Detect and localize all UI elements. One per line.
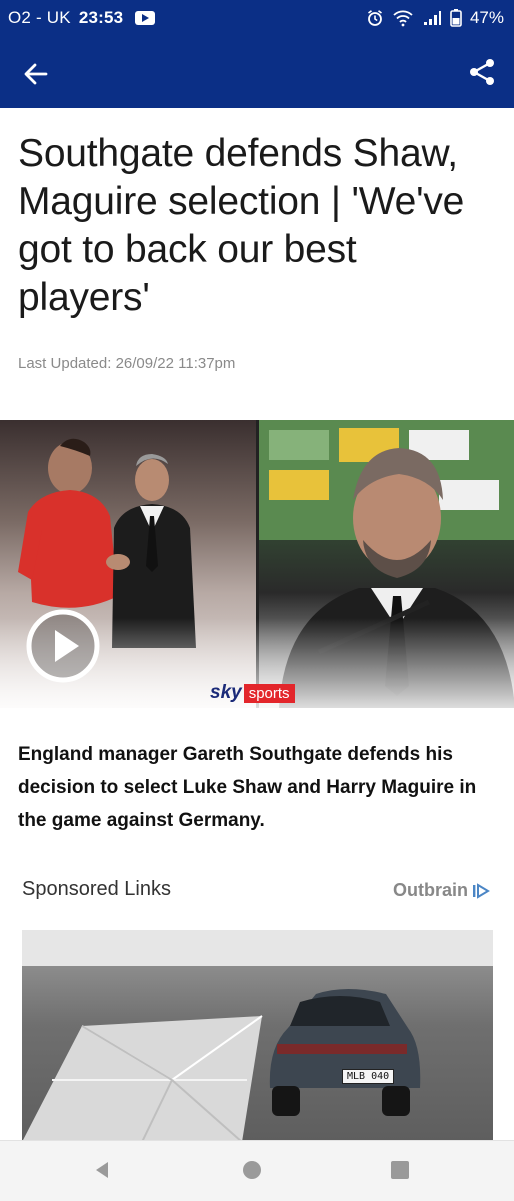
outbrain-label: Outbrain xyxy=(393,880,468,900)
video-thumbnail[interactable]: sky sports xyxy=(0,420,514,708)
outbrain-arrow-icon xyxy=(473,882,490,899)
alarm-icon xyxy=(366,9,384,27)
sponsored-links-title: Sponsored Links xyxy=(22,878,171,900)
sky-sports-logo: sky sports xyxy=(210,682,295,704)
back-button[interactable] xyxy=(20,58,52,90)
sports-logo-text: sports xyxy=(243,683,295,703)
status-right: 47% xyxy=(358,8,504,28)
signal-icon xyxy=(422,10,442,26)
app-bar xyxy=(0,38,514,108)
play-button[interactable] xyxy=(25,608,101,684)
outbrain-logo[interactable]: Outbrain xyxy=(393,880,490,901)
nav-recents-button[interactable] xyxy=(385,1155,415,1185)
system-nav-bar xyxy=(0,1140,514,1201)
youtube-notification-icon xyxy=(135,11,156,25)
back-arrow-icon xyxy=(24,63,48,85)
ad-car-photo xyxy=(22,930,493,1142)
carrier-label: O2 - UK xyxy=(8,8,71,27)
status-bar: O2 - UK 23:53 47% xyxy=(0,0,514,38)
share-button[interactable] xyxy=(466,56,498,88)
wifi-icon xyxy=(392,9,414,27)
sky-logo-text: sky xyxy=(210,682,242,703)
nav-home-icon xyxy=(243,1161,261,1179)
nav-home-button[interactable] xyxy=(237,1155,267,1185)
ad-license-plate: MLB 040 xyxy=(342,1069,395,1084)
nav-back-icon xyxy=(96,1162,108,1178)
share-icon xyxy=(470,59,494,85)
battery-percent: 47% xyxy=(469,8,504,27)
clock-label: 23:53 xyxy=(78,8,124,27)
nav-back-button[interactable] xyxy=(88,1155,118,1185)
last-updated: Last Updated: 26/09/22 11:37pm xyxy=(18,355,236,372)
battery-icon xyxy=(450,9,462,27)
article-summary: England manager Gareth Southgate defends… xyxy=(18,744,477,831)
article-headline: Southgate defends Shaw, Maguire selectio… xyxy=(18,132,465,319)
play-icon xyxy=(26,609,100,683)
sponsored-ad-image[interactable]: MLB 040 xyxy=(22,930,493,1142)
status-left: O2 - UK 23:53 xyxy=(8,8,156,28)
nav-recents-icon xyxy=(391,1161,409,1179)
